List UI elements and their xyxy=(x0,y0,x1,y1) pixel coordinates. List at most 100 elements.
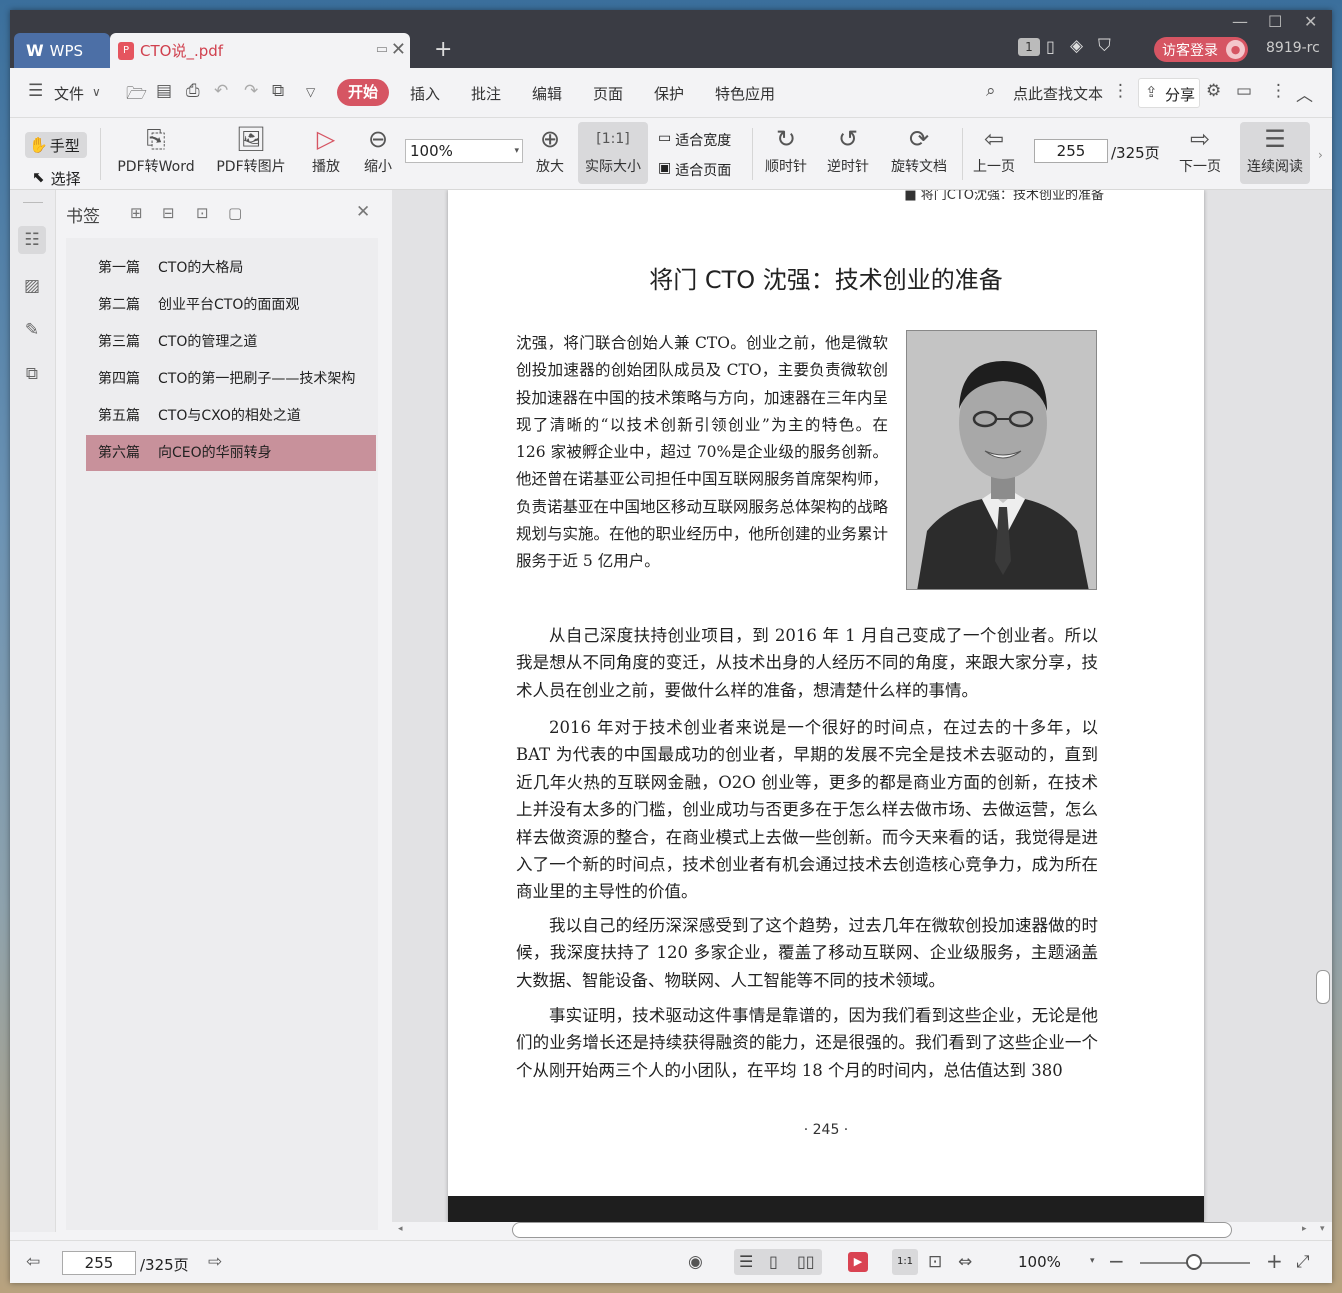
menu-file[interactable]: 文件 xyxy=(54,83,84,104)
menu-special[interactable]: 特色应用 xyxy=(715,83,775,104)
comment-icon[interactable]: ▭ xyxy=(1236,81,1252,101)
maximize-icon[interactable]: ☐ xyxy=(1268,12,1282,31)
bookmark-settings-icon[interactable]: ▢ xyxy=(228,204,242,222)
zoom-out-button[interactable]: ⊖ 缩小 xyxy=(358,122,398,176)
play-button[interactable]: ▷ 播放 xyxy=(306,122,346,176)
scroll-left-icon[interactable]: ◂ xyxy=(398,1224,403,1234)
chevron-right-icon[interactable]: › xyxy=(1318,148,1323,162)
print-icon[interactable]: ⎙ xyxy=(186,81,200,101)
prev-page-button[interactable]: ⇦ 上一页 xyxy=(968,122,1020,176)
menu-annotate[interactable]: 批注 xyxy=(471,83,501,104)
share-button[interactable]: ⇪ 分享 xyxy=(1138,78,1200,108)
chevron-down-icon[interactable]: ∨ xyxy=(92,85,101,99)
more-vertical-icon[interactable]: ⋮ xyxy=(1112,81,1129,101)
pdf-to-image-button[interactable]: 🖼 PDF转图片 xyxy=(210,122,292,176)
bookmark-panel-icon[interactable]: ☷ xyxy=(18,226,46,254)
zoom-plus-icon[interactable]: + xyxy=(1266,1249,1283,1273)
fit-width-status-icon[interactable]: ⇔ xyxy=(958,1252,972,1272)
bookmark-item[interactable]: 第一篇 CTO的大格局 xyxy=(86,250,376,286)
close-window-icon[interactable]: ✕ xyxy=(1304,12,1317,31)
collapse-all-icon[interactable]: ⊟ xyxy=(162,204,175,222)
bookmark-title: 向CEO的华丽转身 xyxy=(158,445,272,461)
status-page-input[interactable]: 255 xyxy=(62,1251,136,1275)
eye-protection-icon[interactable]: ◉ xyxy=(688,1252,703,1272)
hamburger-menu-icon[interactable]: ☰ xyxy=(28,81,43,101)
gear-icon[interactable]: ⚙ xyxy=(1206,81,1221,101)
undo-icon[interactable]: ↶ xyxy=(214,81,228,101)
fit-width-button[interactable]: ▭ 适合宽度 xyxy=(658,130,731,150)
actual-size-status-icon[interactable]: 1:1 xyxy=(892,1249,918,1275)
bookmark-title: CTO的大格局 xyxy=(158,260,244,276)
menu-insert[interactable]: 插入 xyxy=(410,83,440,104)
bookmark-title: CTO的第一把刷子——技术架构 xyxy=(158,371,356,387)
fit-page-button[interactable]: ▣ 适合页面 xyxy=(658,160,731,180)
redo-icon[interactable]: ↷ xyxy=(244,81,258,101)
horizontal-scrollbar-thumb[interactable] xyxy=(512,1222,1232,1238)
rotate-document-button[interactable]: ⟳ 旋转文档 xyxy=(884,122,954,176)
more-vertical-2-icon[interactable]: ⋮ xyxy=(1270,81,1287,101)
thumbnail-icon[interactable]: ▨ xyxy=(18,272,46,300)
close-panel-icon[interactable]: ✕ xyxy=(356,202,370,222)
hand-tool-button[interactable]: ✋ 手型 xyxy=(25,132,87,158)
zoom-minus-icon[interactable]: − xyxy=(1108,1249,1125,1273)
tile-icon[interactable]: ▯ xyxy=(1046,37,1055,56)
bookmark-item[interactable]: 第三篇 CTO的管理之道 xyxy=(86,324,376,360)
bookmark-item-selected[interactable]: 第六篇 向CEO的华丽转身 xyxy=(86,435,376,471)
minimize-icon[interactable]: — xyxy=(1232,12,1248,31)
document-viewport[interactable]: ■ 将门CTO沈强：技术创业的准备 将门 CTO 沈强：技术创业的准备 沈强，将… xyxy=(392,190,1332,1222)
image-export-icon[interactable]: ⧉ xyxy=(18,360,46,388)
zoom-dropdown-icon[interactable]: ▾ xyxy=(1090,1256,1095,1266)
more-dropdown-icon[interactable]: ▽ xyxy=(306,85,315,99)
visitor-login-button[interactable]: 访客登录 ● xyxy=(1154,37,1248,62)
next-page-arrow-icon[interactable]: ⇨ xyxy=(208,1252,222,1272)
monitor-icon[interactable]: ▭ xyxy=(376,42,388,57)
fit-page-status-icon[interactable]: ⊡ xyxy=(928,1252,942,1272)
two-page-icon[interactable]: ▯▯ xyxy=(797,1252,815,1271)
prev-page-arrow-icon[interactable]: ⇦ xyxy=(26,1252,40,1272)
shirt-icon[interactable]: ⛉ xyxy=(1098,36,1111,56)
bookmark-item[interactable]: 第二篇 创业平台CTO的面面观 xyxy=(86,287,376,323)
zoom-select[interactable]: 100% ▾ xyxy=(405,139,523,163)
rotate-clockwise-button[interactable]: ↻ 顺时针 xyxy=(760,122,812,176)
export-icon[interactable]: ⧉ xyxy=(272,81,284,101)
document-tab[interactable]: P CTO说_.pdf ▭ ✕ xyxy=(110,33,410,68)
bookmark-item[interactable]: 第四篇 CTO的第一把刷子——技术架构 xyxy=(86,361,376,397)
add-bookmark-icon[interactable]: ⊡ xyxy=(196,204,209,222)
continuous-reading-button[interactable]: ☰ 连续阅读 xyxy=(1240,122,1310,184)
close-tab-icon[interactable]: ✕ xyxy=(391,39,406,60)
save-icon[interactable]: ▤ xyxy=(156,81,172,101)
plus-icon[interactable]: + xyxy=(434,37,452,62)
collapse-ribbon-icon[interactable]: ︿ xyxy=(1296,81,1313,106)
status-zoom-value[interactable]: 100% xyxy=(1018,1253,1061,1271)
scroll-right-icon[interactable]: ▸ xyxy=(1302,1224,1307,1234)
menu-start-tab[interactable]: 开始 xyxy=(337,79,389,106)
zoom-slider-handle[interactable] xyxy=(1186,1254,1202,1270)
scroll-down-icon[interactable]: ▾ xyxy=(1320,1224,1325,1234)
single-page-icon[interactable]: ▯ xyxy=(769,1252,778,1271)
bookmark-item[interactable]: 第五篇 CTO与CXO的相处之道 xyxy=(86,398,376,434)
open-folder-icon[interactable]: 🗁 xyxy=(126,81,147,110)
menu-page[interactable]: 页面 xyxy=(593,83,623,104)
continuous-view-icon[interactable]: ☰ xyxy=(739,1252,753,1271)
search-icon[interactable]: ⌕ xyxy=(986,81,996,101)
expand-all-icon[interactable]: ⊞ xyxy=(130,204,143,222)
page-count-badge[interactable]: 1 xyxy=(1018,38,1040,56)
play-slideshow-icon[interactable]: ▶ xyxy=(848,1252,868,1272)
search-text-button[interactable]: 点此查找文本 xyxy=(1013,83,1103,104)
running-head: ■ 将门CTO沈强：技术创业的准备 xyxy=(904,190,1104,203)
annotation-icon[interactable]: ✎ xyxy=(18,316,46,344)
actual-size-button[interactable]: [1:1] 实际大小 xyxy=(578,122,648,184)
strip-handle xyxy=(23,202,43,203)
page-number-input[interactable]: 255 xyxy=(1034,139,1108,163)
menu-edit[interactable]: 编辑 xyxy=(532,83,562,104)
vertical-scrollbar-thumb[interactable] xyxy=(1316,970,1330,1004)
menu-protect[interactable]: 保护 xyxy=(654,83,684,104)
pdf-to-word-button[interactable]: ⎘ PDF转Word xyxy=(110,122,202,176)
next-page-button[interactable]: ⇨ 下一页 xyxy=(1174,122,1226,176)
zoom-in-button[interactable]: ⊕ 放大 xyxy=(530,122,570,176)
app-tab-wps[interactable]: W WPS xyxy=(14,33,110,68)
fullscreen-icon[interactable]: ⤢ xyxy=(1296,1252,1310,1272)
skin-icon[interactable]: ◈ xyxy=(1070,36,1083,56)
select-tool-button[interactable]: ⬉ 选择 xyxy=(32,168,81,189)
rotate-counterclockwise-button[interactable]: ↺ 逆时针 xyxy=(822,122,874,176)
